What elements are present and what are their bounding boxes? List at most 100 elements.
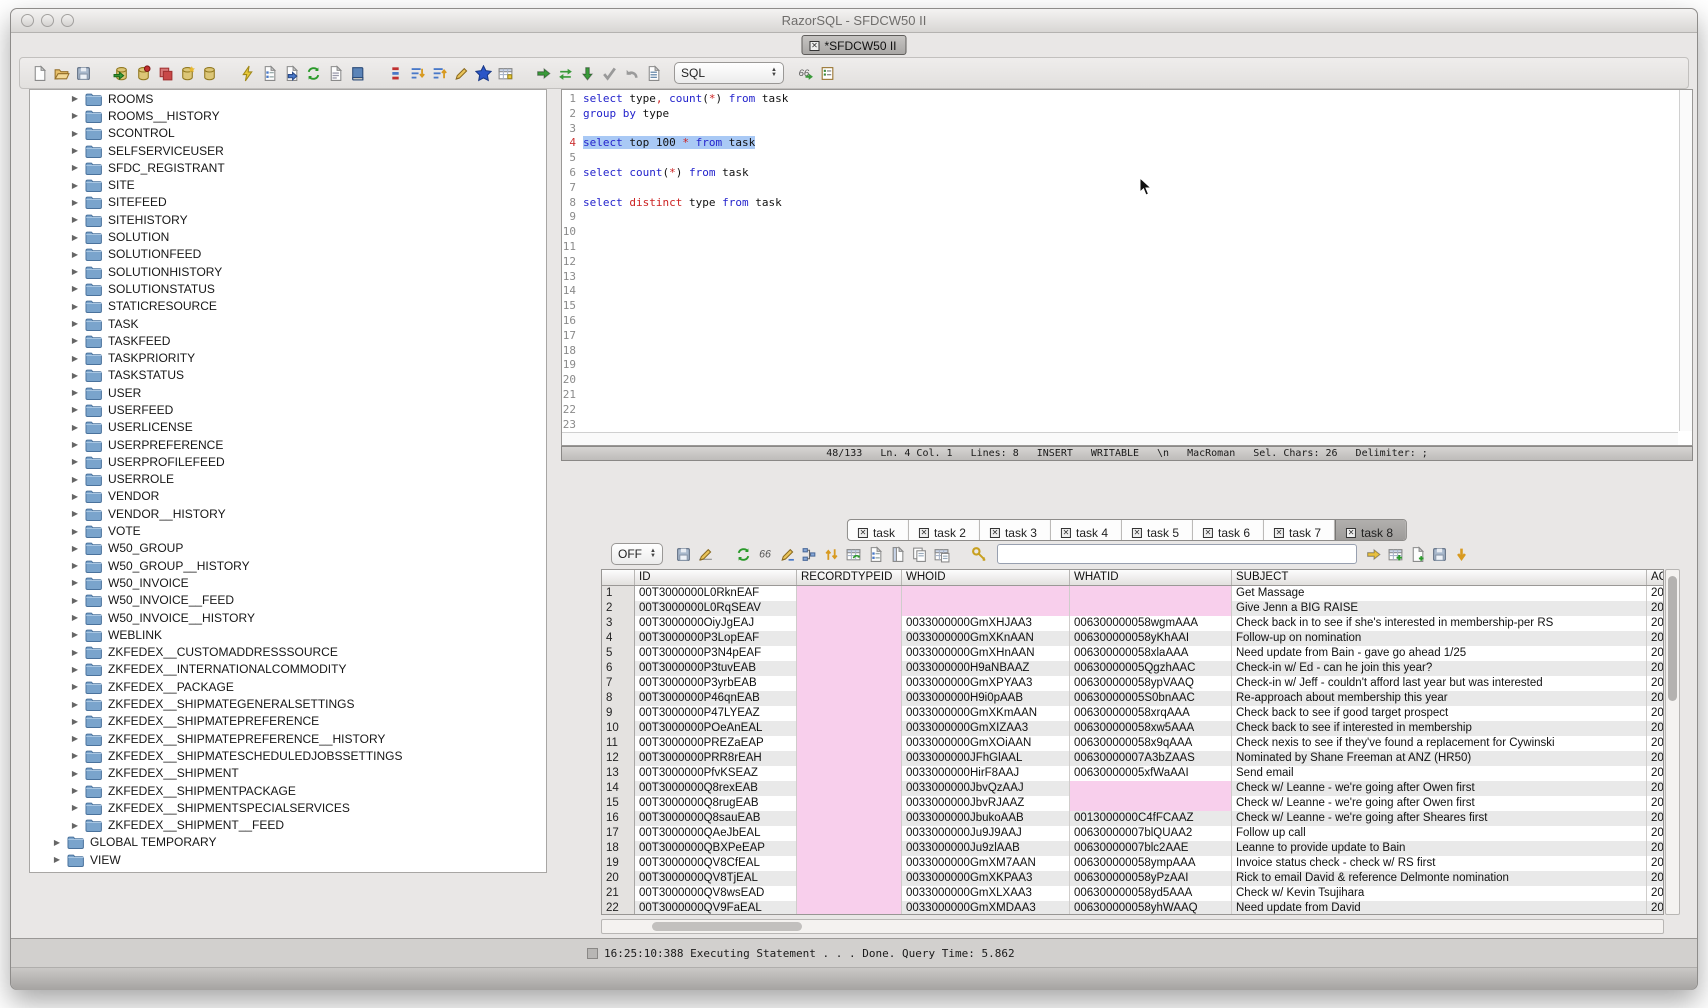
- table-row[interactable]: 500T3000000P3N4pEAF0033000000GmXHnAAN006…: [602, 646, 1663, 661]
- close-tab-icon[interactable]: ✕: [1346, 528, 1356, 538]
- cell-whatid[interactable]: 00630000007A3bZAAS: [1070, 751, 1232, 766]
- cell-recordtypeid[interactable]: [797, 646, 902, 661]
- new-connection-icon[interactable]: [176, 62, 198, 84]
- table-row[interactable]: 2000T3000000QV8TjEAL0033000000GmXKPAA300…: [602, 871, 1663, 886]
- tree-item-sitehistory[interactable]: ▶SITEHISTORY: [30, 211, 546, 228]
- cell-whatid[interactable]: 006300000058xlaAAA: [1070, 646, 1232, 661]
- cell-ac[interactable]: 200: [1647, 661, 1664, 676]
- cell-id[interactable]: 00T3000000P47LYEAZ: [635, 706, 797, 721]
- tree-item-rooms[interactable]: ▶ROOMS: [30, 90, 546, 107]
- cell-id[interactable]: 00T3000000Q8rugEAB: [635, 796, 797, 811]
- cell-whatid[interactable]: 006300000058yKhAAI: [1070, 631, 1232, 646]
- tree-item-zkfedex__shipment[interactable]: ▶ZKFEDEX__SHIPMENT: [30, 765, 546, 782]
- query-results-icon[interactable]: [258, 62, 280, 84]
- close-tab-icon[interactable]: ✕: [1132, 528, 1142, 538]
- cell-whoid[interactable]: 0033000000HirF8AAJ: [902, 766, 1070, 781]
- close-tab-icon[interactable]: ✕: [858, 528, 868, 538]
- cell-ac[interactable]: 200: [1647, 676, 1664, 691]
- cell-ac[interactable]: 200: [1647, 886, 1664, 901]
- export-icon[interactable]: [280, 62, 302, 84]
- results-tab-task-5[interactable]: ✕task 5: [1122, 520, 1193, 541]
- results-search-input[interactable]: [997, 544, 1357, 564]
- cell-whoid[interactable]: [902, 586, 1070, 601]
- cell-subject[interactable]: Need update from David: [1232, 901, 1647, 915]
- document-icon[interactable]: [324, 62, 346, 84]
- cell-recordtypeid[interactable]: [797, 721, 902, 736]
- cell-whatid[interactable]: [1070, 796, 1232, 811]
- tree-item-w50_invoice__feed[interactable]: ▶W50_INVOICE__FEED: [30, 592, 546, 609]
- cell-whoid[interactable]: 0033000000JbvQzAAJ: [902, 781, 1070, 796]
- cell-id[interactable]: 00T3000000QV8TjEAL: [635, 871, 797, 886]
- tree-item-zkfedex__package[interactable]: ▶ZKFEDEX__PACKAGE: [30, 678, 546, 695]
- cell-whoid[interactable]: [902, 601, 1070, 616]
- cell-whatid[interactable]: 006300000058xrqAAA: [1070, 706, 1232, 721]
- tree-item-w50_invoice__history[interactable]: ▶W50_INVOICE__HISTORY: [30, 609, 546, 626]
- cell-whatid[interactable]: [1070, 601, 1232, 616]
- results-tab-task-3[interactable]: ✕task 3: [980, 520, 1051, 541]
- results-tab-task-4[interactable]: ✕task 4: [1051, 520, 1122, 541]
- table-row[interactable]: 1600T3000000Q8sauEAB0033000000JbukoAAB00…: [602, 811, 1663, 826]
- swap-icon[interactable]: [554, 62, 576, 84]
- stepper-icon[interactable]: ▲▼: [763, 68, 777, 78]
- sort-descending-icon[interactable]: [406, 62, 428, 84]
- cell-whatid[interactable]: 006300000058ypVAAQ: [1070, 676, 1232, 691]
- cell-subject[interactable]: Check-in w/ Ed - can he join this year?: [1232, 661, 1647, 676]
- cell-recordtypeid[interactable]: [797, 751, 902, 766]
- table-refresh-icon[interactable]: [843, 543, 865, 565]
- cell-id[interactable]: 00T3000000QV9FaEAL: [635, 901, 797, 915]
- tree-item-w50_group__history[interactable]: ▶W50_GROUP__HISTORY: [30, 557, 546, 574]
- close-tab-icon[interactable]: ✕: [1274, 528, 1284, 538]
- cell-whoid[interactable]: 0033000000H9aNBAAZ: [902, 661, 1070, 676]
- primary-key-icon[interactable]: [969, 543, 991, 565]
- cell-ac[interactable]: 200: [1647, 691, 1664, 706]
- scrollbar-thumb[interactable]: [1668, 576, 1677, 701]
- table-row[interactable]: 800T3000000P46qnEAB0033000000H9i0pAAB006…: [602, 691, 1663, 706]
- sql-editor[interactable]: 1234567891011121314151617181920212223 se…: [561, 89, 1693, 446]
- results-tab-task-8[interactable]: ✕task 8: [1335, 520, 1406, 541]
- cell-whoid[interactable]: 0033000000GmXMDAA3: [902, 901, 1070, 915]
- add-table-icon[interactable]: [1385, 543, 1407, 565]
- cell-id[interactable]: 00T3000000QV8CfEAL: [635, 856, 797, 871]
- tree-item-selfserviceuser[interactable]: ▶SELFSERVICEUSER: [30, 142, 546, 159]
- expander-icon[interactable]: ▶: [70, 700, 80, 709]
- table-row[interactable]: 900T3000000P47LYEAZ0033000000GmXKmAAN006…: [602, 706, 1663, 721]
- document-view-icon[interactable]: [887, 543, 909, 565]
- cell-ac[interactable]: 200: [1647, 736, 1664, 751]
- cell-whoid[interactable]: 0033000000JFhGlAAL: [902, 751, 1070, 766]
- expander-icon[interactable]: ▶: [70, 388, 80, 397]
- cell-subject[interactable]: Check w/ Kevin Tsujihara: [1232, 886, 1647, 901]
- cell-ac[interactable]: 200: [1647, 841, 1664, 856]
- table-row[interactable]: 700T3000000P3yrbEAB0033000000GmXPYAA3006…: [602, 676, 1663, 691]
- table-tools-icon[interactable]: [494, 62, 516, 84]
- connect-icon[interactable]: [110, 62, 132, 84]
- close-tab-icon[interactable]: ✕: [809, 41, 819, 51]
- tree-item-global temporary[interactable]: ▶GLOBAL TEMPORARY: [30, 834, 546, 851]
- expander-icon[interactable]: ▶: [70, 457, 80, 466]
- column-header-id[interactable]: ID: [635, 570, 797, 585]
- cell-subject[interactable]: Check back in to see if she's interested…: [1232, 616, 1647, 631]
- list-view-icon[interactable]: [865, 543, 887, 565]
- close-tab-icon[interactable]: ✕: [1061, 528, 1071, 538]
- tree-item-solutionstatus[interactable]: ▶SOLUTIONSTATUS: [30, 280, 546, 297]
- expander-icon[interactable]: ▶: [70, 111, 80, 120]
- cell-ac[interactable]: 200: [1647, 796, 1664, 811]
- tree-item-vendor__history[interactable]: ▶VENDOR__HISTORY: [30, 505, 546, 522]
- results-tab-task-2[interactable]: ✕task 2: [909, 520, 980, 541]
- table-vertical-scrollbar[interactable]: [1665, 569, 1680, 915]
- expander-icon[interactable]: ▶: [70, 198, 80, 207]
- column-header-subject[interactable]: SUBJECT: [1232, 570, 1647, 585]
- cell-ac[interactable]: 200: [1647, 751, 1664, 766]
- cell-whoid[interactable]: 0033000000GmXPYAA3: [902, 676, 1070, 691]
- table-row[interactable]: 1500T3000000Q8rugEAB0033000000JbvRJAAZCh…: [602, 796, 1663, 811]
- tree-item-userpreference[interactable]: ▶USERPREFERENCE: [30, 436, 546, 453]
- cell-whoid[interactable]: 0033000000GmXKnAAN: [902, 631, 1070, 646]
- tree-item-userfeed[interactable]: ▶USERFEED: [30, 401, 546, 418]
- tree-item-w50_group[interactable]: ▶W50_GROUP: [30, 540, 546, 557]
- expander-icon[interactable]: ▶: [70, 146, 80, 155]
- add-note-icon[interactable]: [1407, 543, 1429, 565]
- table-row[interactable]: 600T3000000P3tuvEAB0033000000H9aNBAAZ006…: [602, 661, 1663, 676]
- expander-icon[interactable]: ▶: [70, 665, 80, 674]
- expander-icon[interactable]: ▶: [70, 354, 80, 363]
- cell-recordtypeid[interactable]: [797, 796, 902, 811]
- cell-recordtypeid[interactable]: [797, 901, 902, 915]
